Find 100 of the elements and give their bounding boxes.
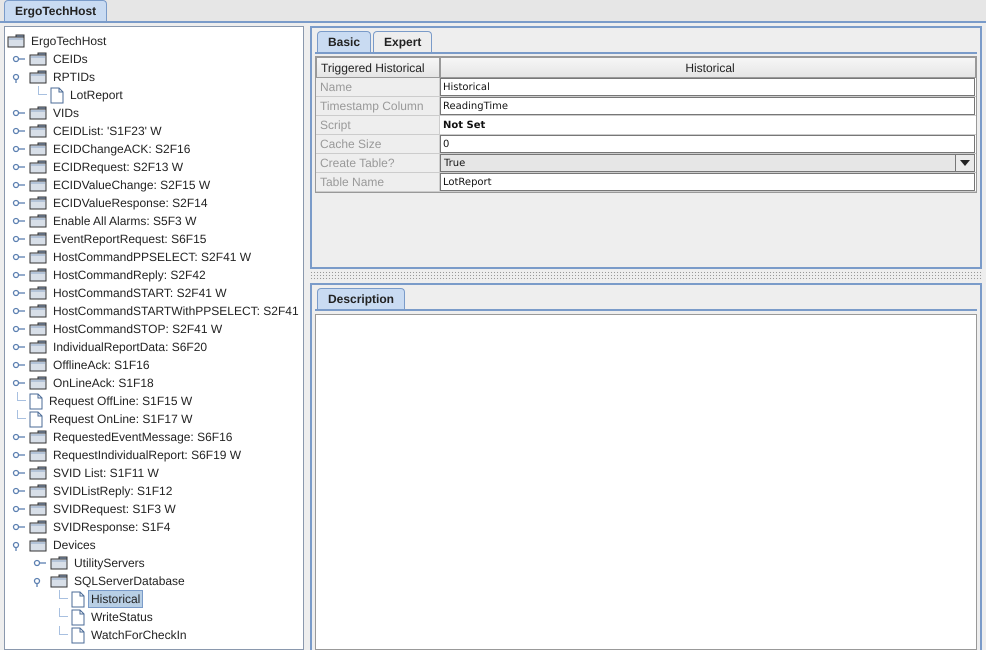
- expand-handle-icon[interactable]: [12, 197, 26, 209]
- tree-item[interactable]: Request OnLine: S1F17 W: [46, 410, 196, 428]
- property-tab[interactable]: Basic: [317, 31, 372, 52]
- tree-item[interactable]: LotReport: [67, 86, 126, 104]
- tree-item[interactable]: Devices: [50, 536, 99, 554]
- expand-handle-icon[interactable]: [12, 161, 26, 173]
- expand-handle-icon[interactable]: [12, 107, 26, 119]
- dropdown-arrow-icon: [960, 160, 970, 166]
- expand-handle-icon[interactable]: [12, 233, 26, 245]
- expand-handle-icon[interactable]: [12, 305, 26, 317]
- tree-item[interactable]: SQLServerDatabase: [71, 572, 188, 590]
- tree-item[interactable]: WatchForCheckIn: [88, 626, 190, 644]
- tree-item[interactable]: RequestIndividualReport: S6F19 W: [50, 446, 244, 464]
- folder-icon: [29, 268, 47, 282]
- description-tab[interactable]: Description: [317, 288, 406, 309]
- folder-icon: [29, 160, 47, 174]
- document-icon: [29, 410, 43, 428]
- folder-icon: [29, 214, 47, 228]
- folder-icon: [29, 70, 47, 84]
- document-icon: [50, 86, 64, 104]
- tree-item[interactable]: ECIDChangeACK: S2F16: [50, 140, 194, 158]
- tree-item[interactable]: Enable All Alarms: S5F3 W: [50, 212, 200, 230]
- tree-item[interactable]: SVIDRequest: S1F3 W: [50, 500, 179, 518]
- property-value-field[interactable]: ReadingTime: [440, 97, 975, 115]
- folder-icon: [29, 106, 47, 120]
- tree-item[interactable]: HostCommandReply: S2F42: [50, 266, 209, 284]
- expand-handle-icon[interactable]: [12, 179, 26, 191]
- folder-icon: [29, 304, 47, 318]
- property-value-field[interactable]: LotReport: [440, 173, 975, 191]
- folder-icon: [29, 142, 47, 156]
- folder-icon: [50, 556, 68, 570]
- folder-icon: [29, 358, 47, 372]
- folder-icon: [29, 178, 47, 192]
- folder-icon: [29, 502, 47, 516]
- tree-item[interactable]: ECIDRequest: S2F13 W: [50, 158, 186, 176]
- expand-handle-icon[interactable]: [12, 323, 26, 335]
- tree-item[interactable]: SVIDResponse: S1F4: [50, 518, 174, 536]
- column-header: Historical: [440, 57, 976, 78]
- expand-handle-icon[interactable]: [12, 503, 26, 515]
- folder-icon: [29, 466, 47, 480]
- folder-icon: [29, 376, 47, 390]
- expand-handle-icon[interactable]: [12, 287, 26, 299]
- tree-item[interactable]: HostCommandSTART: S2F41 W: [50, 284, 230, 302]
- expand-handle-icon[interactable]: [12, 125, 26, 137]
- folder-icon: [29, 322, 47, 336]
- document-icon: [71, 608, 85, 626]
- tree-item[interactable]: ECIDValueChange: S2F15 W: [50, 176, 214, 194]
- expand-handle-icon[interactable]: [12, 449, 26, 461]
- property-tab[interactable]: Expert: [373, 31, 432, 52]
- folder-icon: [7, 34, 25, 48]
- expand-handle-icon[interactable]: [12, 377, 26, 389]
- splitter-handle[interactable]: [310, 271, 982, 281]
- tree-item[interactable]: IndividualReportData: S6F20: [50, 338, 210, 356]
- tree-item[interactable]: CEIDList: 'S1F23' W: [50, 122, 165, 140]
- folder-icon: [29, 250, 47, 264]
- tree-item[interactable]: Request OffLine: S1F15 W: [46, 392, 196, 410]
- folder-icon: [29, 448, 47, 462]
- tree-item[interactable]: EventReportRequest: S6F15: [50, 230, 210, 248]
- expand-handle-icon[interactable]: [12, 521, 26, 533]
- expand-handle-icon[interactable]: [12, 359, 26, 371]
- tree-item[interactable]: ErgoTechHost: [28, 32, 110, 50]
- expand-handle-icon[interactable]: [33, 557, 47, 569]
- folder-icon: [29, 340, 47, 354]
- tree-item[interactable]: SVIDListReply: S1F12: [50, 482, 176, 500]
- folder-icon: [29, 430, 47, 444]
- tree-item[interactable]: RPTIDs: [50, 68, 98, 86]
- tree-item[interactable]: OnLineAck: S1F18: [50, 374, 157, 392]
- tree-item[interactable]: Historical: [88, 590, 144, 608]
- tree-item[interactable]: VIDs: [50, 104, 82, 122]
- document-icon: [29, 392, 43, 410]
- expand-handle-icon[interactable]: [12, 269, 26, 281]
- property-value-field[interactable]: 0: [440, 135, 975, 153]
- property-dropdown[interactable]: True: [440, 154, 975, 172]
- expand-handle-icon[interactable]: [12, 341, 26, 353]
- expand-handle-icon[interactable]: [12, 467, 26, 479]
- folder-icon: [29, 196, 47, 210]
- tree-item[interactable]: RequestedEventMessage: S6F16: [50, 428, 236, 446]
- tree-item[interactable]: HostCommandSTOP: S2F41 W: [50, 320, 226, 338]
- expand-handle-icon[interactable]: [12, 251, 26, 263]
- tree-item[interactable]: SVID List: S1F11 W: [50, 464, 162, 482]
- folder-icon: [29, 124, 47, 138]
- tree-item[interactable]: HostCommandSTARTWithPPSELECT: S2F41: [50, 302, 302, 320]
- folder-icon: [50, 574, 68, 588]
- tree-item[interactable]: CEIDs: [50, 50, 91, 68]
- expand-handle-icon[interactable]: [12, 431, 26, 443]
- expand-handle-icon[interactable]: [12, 53, 26, 65]
- expand-handle-icon[interactable]: [12, 485, 26, 497]
- tree-item[interactable]: HostCommandPPSELECT: S2F41 W: [50, 248, 254, 266]
- tree-item[interactable]: OfflineAck: S1F16: [50, 356, 152, 374]
- folder-icon: [29, 52, 47, 66]
- window-tab[interactable]: ErgoTechHost: [4, 0, 108, 21]
- property-value-field[interactable]: Historical: [440, 78, 975, 96]
- tree-connector-icon: [38, 86, 46, 95]
- column-header: Triggered Historical: [316, 57, 440, 78]
- tree-item[interactable]: UtilityServers: [71, 554, 148, 572]
- expand-handle-icon[interactable]: [12, 215, 26, 227]
- expand-handle-icon[interactable]: [12, 143, 26, 155]
- tree-item[interactable]: ECIDValueResponse: S2F14: [50, 194, 211, 212]
- tree-item[interactable]: WriteStatus: [88, 608, 156, 626]
- folder-icon: [29, 484, 47, 498]
